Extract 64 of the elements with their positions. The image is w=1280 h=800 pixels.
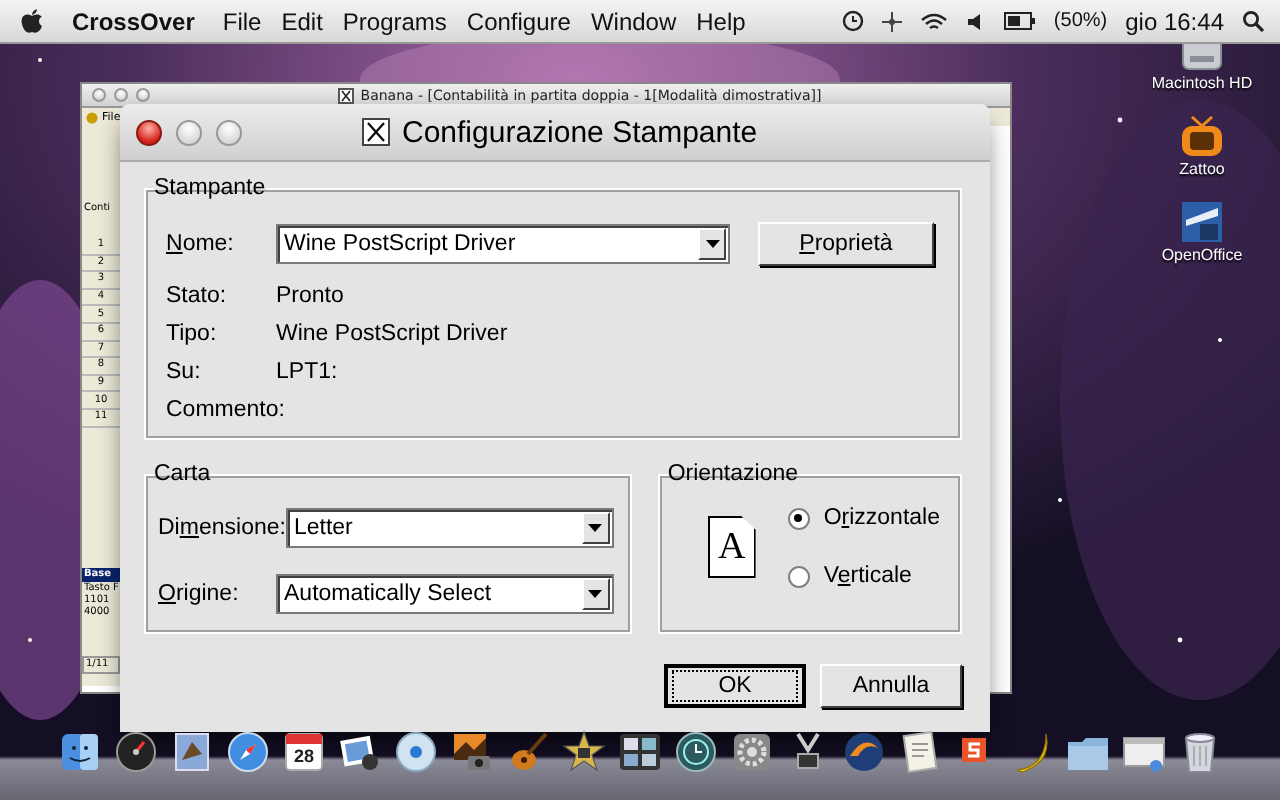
radio-label[interactable]: Verticale bbox=[823, 564, 912, 588]
group-title: Carta bbox=[154, 462, 211, 486]
star-icon bbox=[562, 730, 606, 774]
field-label: Nome: bbox=[166, 232, 236, 256]
radio-button[interactable] bbox=[787, 507, 810, 529]
face-icon bbox=[58, 730, 102, 774]
dropdown[interactable]: Letter bbox=[285, 508, 614, 548]
swirl-globe-icon bbox=[842, 730, 886, 774]
compass-icon bbox=[226, 730, 270, 774]
calendar-icon bbox=[282, 730, 326, 774]
radio-label[interactable]: Orizzontale bbox=[823, 506, 940, 530]
music-disc-icon bbox=[394, 730, 438, 774]
window-logo-icon bbox=[362, 118, 390, 146]
calendar-date: 28 bbox=[291, 746, 316, 766]
camera-icon bbox=[450, 730, 494, 774]
app-logo-icon bbox=[86, 111, 98, 123]
wifi-icon bbox=[919, 11, 948, 31]
menu-item[interactable]: Configure bbox=[456, 7, 581, 35]
close-button[interactable] bbox=[136, 119, 162, 145]
properties-button[interactable]: Proprietà bbox=[758, 222, 934, 266]
dropdown[interactable]: Automatically Select bbox=[276, 574, 614, 614]
search-icon bbox=[1242, 10, 1264, 32]
menu-item[interactable]: File bbox=[212, 7, 272, 35]
clock-text: gio 16:44 bbox=[1125, 7, 1224, 35]
cancel-button[interactable]: Annulla bbox=[820, 664, 962, 708]
apple-icon bbox=[20, 7, 44, 35]
info-label: Commento: bbox=[166, 397, 285, 421]
ok-button[interactable]: OK bbox=[664, 664, 806, 708]
move-icon bbox=[881, 11, 902, 31]
icon-label[interactable]: OpenOffice bbox=[1161, 246, 1243, 264]
window-logo-icon bbox=[338, 87, 355, 103]
gauge-icon bbox=[114, 730, 158, 774]
menu-item[interactable]: Window bbox=[580, 7, 687, 35]
icon-label[interactable]: Zattoo bbox=[1179, 160, 1225, 178]
dropdown[interactable]: Wine PostScript Driver bbox=[276, 224, 730, 264]
app-menu[interactable]: CrossOver bbox=[62, 7, 205, 35]
photos-icon bbox=[338, 730, 382, 774]
zoom-button[interactable] bbox=[216, 119, 242, 145]
page-preview: A bbox=[707, 516, 756, 578]
battery-icon bbox=[1003, 12, 1036, 30]
field-label: Dimensione: bbox=[158, 516, 286, 540]
info-value: LPT1: bbox=[276, 359, 338, 383]
document-icon bbox=[1181, 202, 1222, 242]
field-label: Origine: bbox=[158, 582, 241, 606]
window-title: Configurazione Stampante bbox=[402, 115, 758, 149]
info-value: Pronto bbox=[276, 283, 344, 307]
info-value: Wine PostScript Driver bbox=[276, 321, 508, 345]
clock-icon bbox=[841, 10, 864, 32]
speaker-icon bbox=[965, 11, 986, 31]
group-title: Stampante bbox=[154, 176, 266, 200]
battery-percent: (50%) bbox=[1053, 10, 1108, 32]
clock-icon bbox=[674, 730, 718, 774]
group-title: Orientazione bbox=[667, 462, 799, 486]
menu-item[interactable]: Programs bbox=[332, 7, 457, 35]
menu-item[interactable]: Edit bbox=[271, 7, 333, 35]
menu-item[interactable]: Help bbox=[686, 7, 756, 35]
minimize-button[interactable] bbox=[176, 119, 202, 145]
tv-icon bbox=[1182, 116, 1222, 156]
radio-button[interactable] bbox=[787, 565, 810, 587]
guitar-icon bbox=[506, 730, 550, 774]
info-label: Tipo: bbox=[166, 321, 219, 345]
info-label: Stato: bbox=[166, 283, 229, 307]
info-label: Su: bbox=[166, 359, 203, 383]
icon-label[interactable]: Macintosh HD bbox=[1151, 74, 1253, 92]
